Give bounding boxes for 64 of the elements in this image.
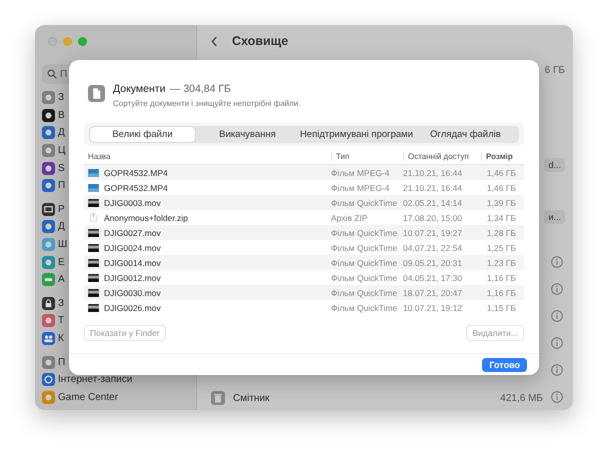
- sidebar-label: А: [58, 274, 65, 286]
- access-date: 18.07.21, 20:47: [403, 288, 462, 298]
- dialog-subtitle: Сортуйте документи і знищуйте непотрібні файли.: [113, 99, 300, 108]
- access-date: 09.05.21, 20:31: [403, 258, 462, 268]
- access-date: 17.08.20, 15:00: [403, 212, 462, 222]
- file-size: 1,34 ГБ: [486, 212, 516, 222]
- file-name: DJIG0030.mov: [104, 288, 161, 298]
- trash-label: Смітник: [233, 392, 270, 404]
- file-type: Фільм QuickTime: [331, 198, 398, 208]
- sidebar-label: П: [58, 180, 66, 192]
- access-date: 04.07.21, 22:54: [403, 242, 462, 252]
- trash-size: 421,6 МБ: [500, 392, 543, 404]
- access-date: 10.07.21, 19:27: [403, 228, 462, 238]
- access-date: 21.10.21, 16:44: [403, 182, 462, 192]
- file-name: Anonymous+folder.zip: [104, 212, 188, 222]
- file-type: Фільм QuickTime: [331, 228, 398, 238]
- file-size: 1,46 ГБ: [486, 168, 516, 178]
- sidebar-label: П: [58, 356, 66, 368]
- file-type: Архів ZIP: [331, 212, 368, 222]
- file-name: DJIG0027.mov: [104, 228, 161, 238]
- dialog-title: Документи: [113, 83, 166, 95]
- access-date: 02.05.21, 14:14: [403, 198, 462, 208]
- sidebar-label: З: [58, 298, 64, 309]
- file-name: DJIG0003.mov: [104, 198, 161, 208]
- file-size: 1,25 ГБ: [486, 242, 516, 252]
- sidebar-label: Д: [58, 221, 65, 232]
- file-size: 1,39 ГБ: [486, 198, 516, 208]
- access-date: 04.05.21, 17:30: [403, 272, 462, 282]
- sidebar-label: В: [58, 110, 65, 121]
- file-size: 1,46 ГБ: [486, 182, 516, 192]
- sidebar-label: Ц: [58, 145, 66, 156]
- file-size: 1,15 ГБ: [486, 302, 516, 312]
- file-size: 1,16 ГБ: [486, 272, 516, 282]
- sidebar-label: Game Center: [58, 392, 118, 403]
- sidebar-label: Е: [58, 256, 65, 268]
- file-type: Фільм QuickTime: [331, 242, 398, 252]
- sidebar-label: Ш: [58, 239, 68, 250]
- file-size: 1,28 ГБ: [486, 228, 516, 238]
- file-type: Фільм QuickTime: [331, 272, 398, 282]
- access-date: 21.10.21, 16:44: [403, 168, 462, 178]
- file-size: 1,16 ГБ: [486, 288, 516, 298]
- file-type: Фільм MPEG-4: [331, 168, 390, 178]
- storage-total: 6 ГБ: [544, 64, 565, 76]
- sidebar-label: Р: [58, 204, 65, 215]
- sidebar-label: Д: [58, 127, 65, 138]
- file-type: Фільм MPEG-4: [331, 182, 390, 192]
- file-name: DJIG0024.mov: [104, 242, 161, 252]
- sidebar-label: Інтернет-записи: [58, 374, 132, 386]
- file-type: Фільм QuickTime: [331, 288, 398, 298]
- sidebar-label: З: [58, 92, 64, 104]
- file-name: DJIG0026.mov: [104, 302, 161, 312]
- file-size: 1,23 ГБ: [486, 258, 516, 268]
- access-date: 10.07.21, 19:12: [403, 302, 462, 312]
- sidebar-label: S: [58, 162, 65, 174]
- total-size: — 304,84 ГБ: [170, 83, 231, 95]
- file-name: DJIG0014.mov: [104, 258, 161, 268]
- file-name: GOPR4532.MP4: [104, 182, 168, 192]
- sidebar-label: Т: [58, 315, 64, 326]
- file-name: GOPR4532.MP4: [104, 168, 168, 178]
- file-type: Фільм QuickTime: [331, 302, 398, 312]
- file-type: Фільм QuickTime: [331, 258, 398, 268]
- sidebar-label: К: [58, 333, 64, 344]
- window-title: Сховище: [232, 34, 288, 48]
- file-name: DJIG0012.mov: [104, 272, 161, 282]
